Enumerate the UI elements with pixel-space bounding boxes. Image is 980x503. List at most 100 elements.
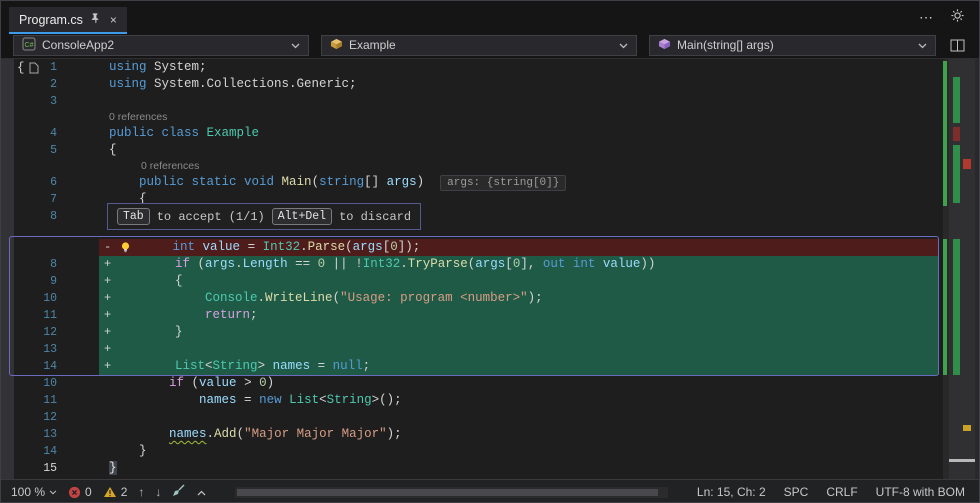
line-number[interactable]: 8 (1, 208, 65, 225)
accept-keycap: Tab (117, 208, 150, 225)
member-dropdown[interactable]: Main(string[] args) (649, 35, 936, 56)
code-line[interactable]: 13 + (1, 341, 945, 358)
line-number[interactable]: 15 (1, 460, 65, 477)
suggestion-tooltip: Tab to accept (1/1) Alt+Del to discard (107, 203, 421, 230)
change-strip-green (943, 61, 947, 206)
document-tab-bar: Program.cs × ⋯ (1, 1, 979, 34)
code-line[interactable]: 11 + return; (1, 307, 945, 324)
code-line[interactable]: 15} (1, 460, 945, 477)
line-body: public class Example (65, 125, 945, 142)
code-text (65, 208, 109, 225)
line-body: using System; (65, 59, 945, 76)
code-line[interactable]: 1using System; (1, 59, 945, 76)
error-count: 0 (85, 485, 92, 499)
split-window-icon[interactable] (948, 37, 967, 54)
document-outline-glyph: { (17, 61, 39, 75)
line-number[interactable]: 9 (1, 273, 65, 290)
code-line[interactable]: 10+ Console.WriteLine("Usage: program <n… (1, 290, 945, 307)
code-line[interactable]: 3 (1, 93, 945, 110)
line-body: + { (99, 273, 939, 290)
error-indicator[interactable]: 0 (68, 485, 92, 499)
line-number[interactable]: 6 (1, 174, 65, 191)
line-body: 0 references (65, 159, 945, 174)
code-line[interactable]: 12 (1, 409, 945, 426)
code-line[interactable]: 10 if (value > 0) (1, 375, 945, 392)
expand-chevron-icon[interactable] (197, 485, 206, 499)
line-number[interactable] (1, 159, 65, 174)
code-line[interactable]: 6 public static void Main(string[] args)… (1, 174, 945, 191)
line-number[interactable]: 13 (1, 341, 65, 358)
line-body: + (99, 341, 939, 358)
code-line[interactable]: 12+ } (1, 324, 945, 341)
line-number[interactable] (1, 110, 65, 125)
code-line[interactable]: 8+ if (args.Length == 0 || !Int32.TryPar… (1, 256, 945, 273)
more-options-icon[interactable]: ⋯ (919, 9, 934, 26)
line-number[interactable]: 10 (1, 375, 65, 392)
code-line[interactable]: 11 names = new List<String>(); (1, 392, 945, 409)
vs-window: Program.cs × ⋯ C# ConsoleApp2 (0, 0, 980, 503)
code-lines: 1using System;2using System.Collections.… (1, 59, 945, 477)
codelens-references[interactable]: 0 references (65, 110, 167, 125)
code-text: names = new List<String>(); (65, 392, 402, 409)
line-number[interactable]: 11 (1, 392, 65, 409)
diff-marker: + (99, 307, 115, 324)
tab-title: Program.cs (19, 13, 83, 27)
warning-indicator[interactable]: 2 (103, 485, 128, 499)
line-number[interactable]: 11 (1, 307, 65, 324)
code-text: using System.Collections.Generic; (65, 76, 357, 93)
tab-bar-actions: ⋯ (905, 1, 979, 34)
vertical-scrollbar[interactable] (943, 59, 979, 479)
project-dropdown[interactable]: C# ConsoleApp2 (13, 35, 309, 56)
code-line[interactable]: 2using System.Collections.Generic; (1, 76, 945, 93)
pin-icon[interactable] (90, 12, 101, 27)
tab-program-cs[interactable]: Program.cs × (9, 7, 127, 34)
close-tab-icon[interactable]: × (110, 13, 117, 27)
document-icon (29, 62, 39, 74)
method-icon (658, 38, 671, 53)
line-number[interactable]: 13 (1, 426, 65, 443)
lightbulb-icon[interactable] (115, 239, 135, 256)
code-line[interactable]: - int value = Int32.Parse(args[0]); (1, 239, 945, 256)
settings-gear-icon[interactable] (950, 8, 965, 28)
next-issue-icon[interactable]: ↓ (155, 485, 161, 499)
encoding-indicator[interactable]: UTF-8 with BOM (876, 485, 965, 499)
code-line[interactable]: 4public class Example (1, 125, 945, 142)
warning-icon (103, 486, 117, 498)
overview-mark-green (953, 145, 960, 203)
line-number[interactable]: 3 (1, 93, 65, 110)
line-number[interactable]: 10 (1, 290, 65, 307)
code-cleanup-broom-icon[interactable] (172, 484, 186, 500)
line-body: + return; (99, 307, 939, 324)
line-number[interactable]: 14 (1, 358, 65, 375)
line-number[interactable]: 8 (1, 256, 65, 273)
horizontal-scrollbar[interactable] (235, 487, 668, 498)
class-icon (330, 38, 343, 53)
code-line[interactable]: 14 } (1, 443, 945, 460)
zoom-control[interactable]: 100 % (11, 485, 57, 499)
line-number[interactable] (1, 239, 65, 256)
line-number[interactable]: 12 (1, 409, 65, 426)
prev-issue-icon[interactable]: ↑ (138, 485, 144, 499)
svg-text:C#: C# (25, 42, 34, 49)
code-line[interactable]: 13 names.Add("Major Major Major"); (1, 426, 945, 443)
line-number[interactable]: 2 (1, 76, 65, 93)
code-editor[interactable]: { 1using System;2using System.Collection… (1, 59, 979, 479)
line-number[interactable]: 14 (1, 443, 65, 460)
line-number[interactable]: 5 (1, 142, 65, 159)
line-col-indicator[interactable]: Ln: 15, Ch: 2 (697, 485, 766, 499)
code-text: } (65, 460, 117, 477)
horizontal-scrollbar-thumb[interactable] (237, 489, 658, 496)
status-right-group: Ln: 15, Ch: 2 SPC CRLF UTF-8 with BOM (697, 485, 965, 499)
line-body: names = new List<String>(); (65, 392, 945, 409)
line-ending-indicator[interactable]: CRLF (826, 485, 857, 499)
line-number[interactable]: 12 (1, 324, 65, 341)
codelens-references[interactable]: 0 references (65, 159, 199, 174)
spaces-indicator[interactable]: SPC (784, 485, 809, 499)
line-number[interactable]: 7 (1, 191, 65, 208)
line-number[interactable]: 4 (1, 125, 65, 142)
type-dropdown[interactable]: Example (321, 35, 637, 56)
line-body: names.Add("Major Major Major"); (65, 426, 945, 443)
code-line[interactable]: 9 + { (1, 273, 945, 290)
code-line[interactable]: 5{ (1, 142, 945, 159)
code-line[interactable]: 14+ List<String> names = null; (1, 358, 945, 375)
